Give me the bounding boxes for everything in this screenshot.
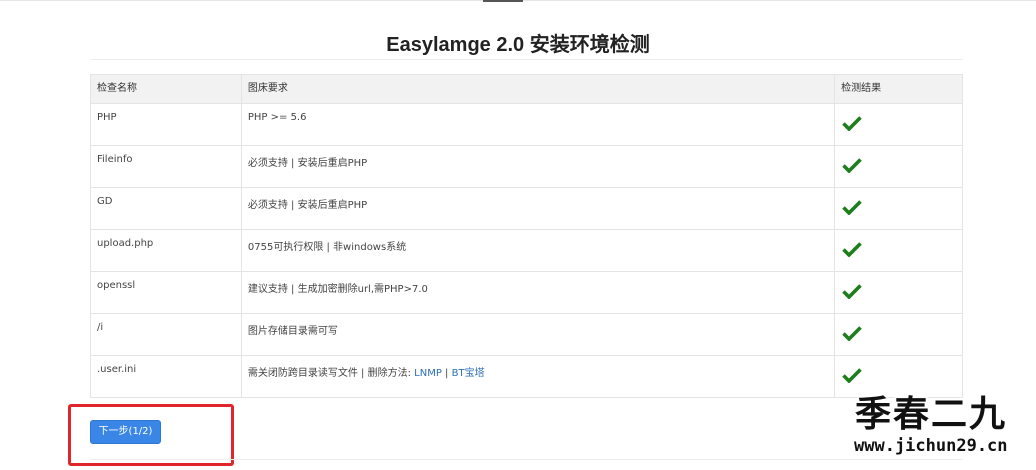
- header-result: 检测结果: [834, 74, 963, 104]
- header-check-name: 检查名称: [90, 74, 242, 104]
- page-title: Easylamge 2.0 安装环境检测: [386, 34, 650, 56]
- check-name: upload.php: [90, 229, 242, 272]
- check-requirement: PHP >= 5.6: [240, 103, 836, 146]
- table-row: openssl 建议支持 | 生成加密删除url,需PHP>7.0: [90, 271, 963, 314]
- check-name: /i: [90, 313, 242, 356]
- table-row: .user.ini 需关闭防跨目录读写文件 | 删除方法: LNMP | BT宝…: [90, 355, 963, 398]
- watermark: 季春二九 www.jichun29.cn: [846, 395, 1016, 465]
- check-icon: [841, 367, 956, 383]
- check-name: GD: [90, 187, 242, 230]
- table-row: PHP PHP >= 5.6: [90, 103, 963, 146]
- table-row: upload.php 0755可执行权限 | 非windows系统: [90, 229, 963, 272]
- check-icon: [841, 157, 956, 173]
- check-result: [834, 187, 963, 230]
- check-name: Fileinfo: [90, 145, 242, 188]
- check-icon: [841, 241, 956, 257]
- check-result: [834, 145, 963, 188]
- bt-panel-link[interactable]: BT宝塔: [452, 368, 485, 379]
- link-separator: |: [441, 368, 452, 379]
- table-row: GD 必须支持 | 安装后重启PHP: [90, 187, 963, 230]
- table-row: Fileinfo 必须支持 | 安装后重启PHP: [90, 145, 963, 188]
- check-name: PHP: [90, 103, 242, 146]
- requirement-text: 需关闭防跨目录读写文件 | 删除方法:: [247, 368, 415, 379]
- check-result: [834, 103, 963, 146]
- check-icon: [841, 325, 956, 341]
- check-requirement: 0755可执行权限 | 非windows系统: [240, 229, 836, 272]
- check-requirement: 建议支持 | 生成加密删除url,需PHP>7.0: [240, 271, 836, 314]
- lnmp-link[interactable]: LNMP: [414, 368, 442, 379]
- check-requirement: 必须支持 | 安装后重启PHP: [240, 187, 836, 230]
- top-scroll-indicator: [483, 0, 523, 2]
- check-icon: [841, 115, 956, 131]
- table-row: /i 图片存储目录需可写: [90, 313, 963, 356]
- check-requirement: 图片存储目录需可写: [240, 313, 836, 356]
- title-divider: [90, 59, 963, 60]
- table-header-row: 检查名称 图床要求 检测结果: [90, 74, 963, 104]
- check-result: [834, 313, 963, 356]
- bottom-divider: [90, 459, 963, 460]
- check-result: [834, 355, 963, 398]
- watermark-text: 季春二九: [854, 394, 1007, 435]
- check-requirement: 需关闭防跨目录读写文件 | 删除方法: LNMP | BT宝塔: [240, 355, 836, 398]
- check-icon: [841, 199, 956, 215]
- watermark-url: www.jichun29.cn: [854, 436, 1008, 456]
- check-requirement: 必须支持 | 安装后重启PHP: [240, 145, 836, 188]
- check-name: .user.ini: [90, 355, 242, 398]
- header-requirement: 图床要求: [240, 74, 836, 104]
- check-icon: [841, 283, 956, 299]
- check-name: openssl: [90, 271, 242, 314]
- check-result: [834, 271, 963, 314]
- environment-check-table: 检查名称 图床要求 检测结果 PHP PHP >= 5.6 Fileinfo 必…: [90, 74, 963, 398]
- next-step-button[interactable]: 下一步(1/2): [90, 420, 161, 444]
- check-result: [834, 229, 963, 272]
